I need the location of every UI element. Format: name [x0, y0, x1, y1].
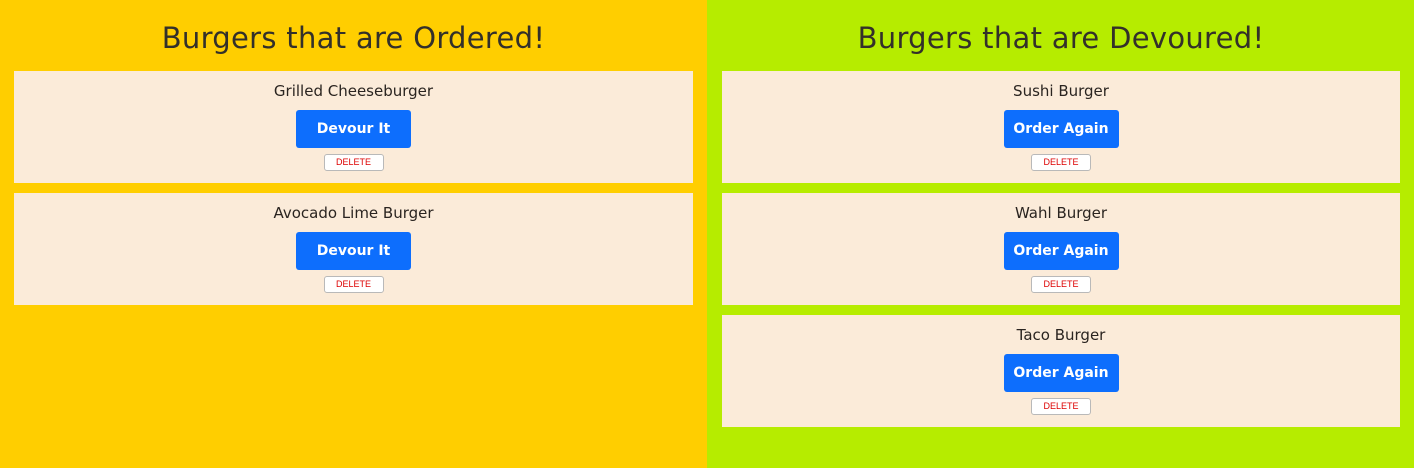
delete-button[interactable]: DELETE	[1031, 154, 1091, 171]
delete-button[interactable]: DELETE	[1031, 276, 1091, 293]
delete-button[interactable]: DELETE	[1031, 398, 1091, 415]
devour-it-button[interactable]: Devour It	[296, 110, 411, 148]
devoured-column: Burgers that are Devoured! Sushi Burger …	[707, 0, 1414, 468]
ordered-list: Grilled Cheeseburger Devour It DELETE Av…	[14, 71, 693, 305]
devoured-list: Sushi Burger Order Again DELETE Wahl Bur…	[722, 71, 1400, 427]
burger-name: Taco Burger	[1016, 326, 1106, 344]
ordered-burger-card: Grilled Cheeseburger Devour It DELETE	[14, 71, 693, 183]
burger-name: Sushi Burger	[1013, 82, 1109, 100]
delete-button[interactable]: DELETE	[323, 154, 384, 171]
devoured-burger-card: Sushi Burger Order Again DELETE	[722, 71, 1400, 183]
ordered-title: Burgers that are Ordered!	[161, 21, 546, 55]
ordered-column: Burgers that are Ordered! Grilled Cheese…	[0, 0, 707, 468]
order-again-button[interactable]: Order Again	[1003, 232, 1119, 270]
devoured-burger-card: Wahl Burger Order Again DELETE	[722, 193, 1400, 305]
devour-it-button[interactable]: Devour It	[296, 232, 411, 270]
burger-board: Burgers that are Ordered! Grilled Cheese…	[0, 0, 1414, 468]
burger-name: Wahl Burger	[1014, 204, 1108, 222]
devoured-title: Burgers that are Devoured!	[857, 21, 1265, 55]
order-again-button[interactable]: Order Again	[1003, 354, 1119, 392]
order-again-button[interactable]: Order Again	[1003, 110, 1119, 148]
delete-button[interactable]: DELETE	[323, 276, 384, 293]
burger-name: Grilled Cheeseburger	[273, 82, 434, 100]
burger-name: Avocado Lime Burger	[273, 204, 434, 222]
devoured-burger-card: Taco Burger Order Again DELETE	[722, 315, 1400, 427]
ordered-burger-card: Avocado Lime Burger Devour It DELETE	[14, 193, 693, 305]
